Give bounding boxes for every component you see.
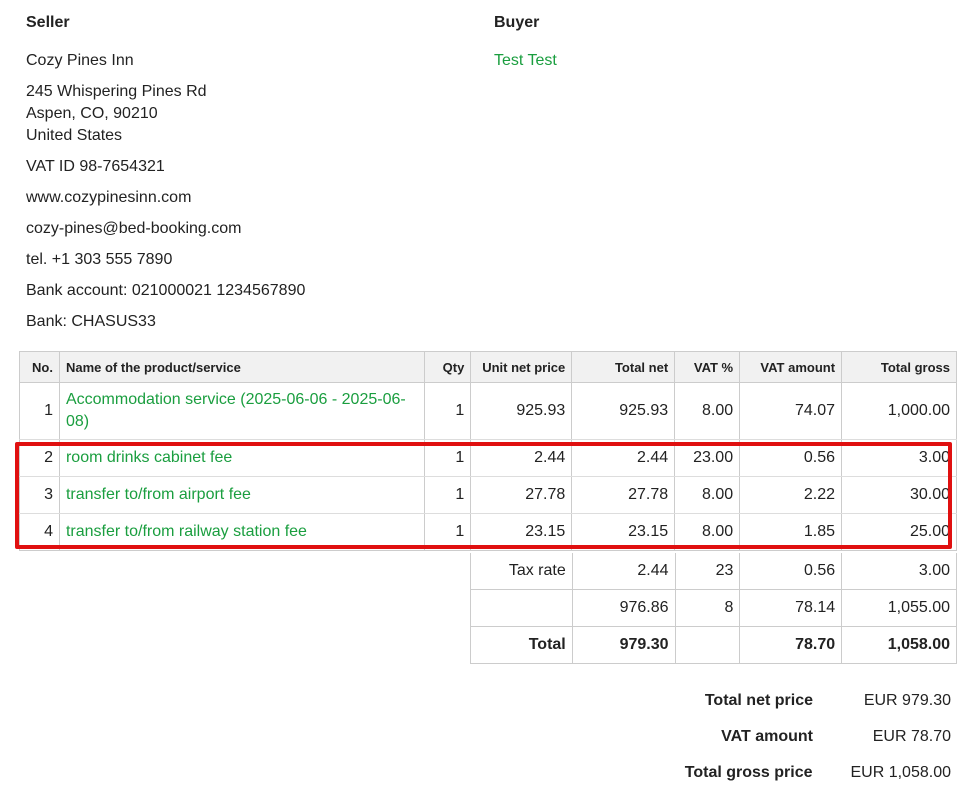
summary-label: Tax rate: [470, 553, 573, 590]
col-header-total-net: Total net: [571, 351, 676, 383]
summary-row: 976.86 8 78.14 1,055.00: [470, 589, 957, 627]
table-row: 2 room drinks cabinet fee 1 2.44 2.44 23…: [19, 439, 957, 477]
row-qty: 1: [424, 382, 472, 440]
summary-label: Total: [470, 626, 573, 664]
col-header-vat-amount: VAT amount: [739, 351, 843, 383]
col-header-qty: Qty: [424, 351, 472, 383]
summary-total-net: 979.30: [571, 626, 676, 664]
total-vat-value: EUR 78.70: [872, 728, 951, 745]
total-net-value: EUR 979.30: [863, 692, 951, 709]
row-vat-amount: 1.85: [739, 513, 843, 551]
col-header-total-gross: Total gross: [841, 351, 957, 383]
row-total-net: 23.15: [571, 513, 676, 551]
total-gross-value: EUR 1,058.00: [850, 764, 951, 781]
row-vat-pct: 23.00: [674, 439, 741, 477]
items-header-row: No. Name of the product/service Qty Unit…: [19, 351, 957, 383]
summary-total-net: 2.44: [571, 553, 676, 590]
row-total-gross: 25.00: [841, 513, 957, 551]
row-unit-net: 2.44: [470, 439, 573, 477]
summary-rate: 23: [674, 553, 741, 590]
total-gross-row: Total gross price EUR 1,058.00: [685, 755, 951, 791]
seller-phone: tel. +1 303 555 7890: [26, 251, 173, 268]
total-net-label: Total net price: [704, 692, 813, 709]
seller-name: Cozy Pines Inn: [26, 52, 134, 69]
summary-vat-amount: 78.14: [739, 589, 843, 627]
row-total-gross: 1,000.00: [841, 382, 957, 440]
row-no: 4: [19, 513, 60, 551]
row-name-link[interactable]: Accommodation service (2025-06-06 - 2025…: [58, 382, 426, 440]
seller-address-line3: United States: [26, 127, 123, 144]
summary-rate: 8: [674, 589, 741, 627]
row-qty: 1: [424, 439, 472, 477]
row-unit-net: 27.78: [470, 476, 573, 514]
summary-rate: [674, 626, 741, 664]
summary-total-gross: 1,058.00: [841, 626, 957, 664]
row-total-gross: 30.00: [841, 476, 957, 514]
seller-address-line1: 245 Whispering Pines Rd: [26, 83, 207, 100]
row-total-net: 925.93: [571, 382, 676, 440]
row-name-link[interactable]: room drinks cabinet fee: [58, 439, 426, 477]
row-total-net: 2.44: [571, 439, 676, 477]
seller-address-line2: Aspen, CO, 90210: [26, 105, 158, 122]
tax-summary-table: Tax rate 2.44 23 0.56 3.00 976.86 8 78.1…: [470, 553, 957, 664]
col-header-no: No.: [19, 351, 60, 383]
row-unit-net: 925.93: [470, 382, 573, 440]
summary-total-gross: 3.00: [841, 553, 957, 590]
table-row: 4 transfer to/from railway station fee 1…: [19, 513, 957, 551]
seller-bank: Bank: CHASUS33: [26, 313, 156, 330]
summary-vat-amount: 0.56: [739, 553, 843, 590]
summary-vat-amount: 78.70: [739, 626, 843, 664]
row-vat-amount: 2.22: [739, 476, 843, 514]
total-vat-label: VAT amount: [721, 728, 813, 745]
row-no: 3: [19, 476, 60, 514]
row-no: 2: [19, 439, 60, 477]
row-name-link[interactable]: transfer to/from railway station fee: [58, 513, 426, 551]
col-header-vat-pct: VAT %: [674, 351, 741, 383]
seller-heading: Seller: [26, 14, 70, 31]
total-vat-row: VAT amount EUR 78.70: [685, 719, 951, 755]
seller-vat-id: VAT ID 98-7654321: [26, 158, 165, 175]
col-header-unit-net: Unit net price: [470, 351, 573, 383]
row-total-gross: 3.00: [841, 439, 957, 477]
row-total-net: 27.78: [571, 476, 676, 514]
buyer-heading: Buyer: [494, 14, 540, 31]
totals-section: Total net price EUR 979.30 VAT amount EU…: [685, 683, 951, 791]
total-gross-label: Total gross price: [684, 764, 813, 781]
total-net-row: Total net price EUR 979.30: [685, 683, 951, 719]
row-name-link[interactable]: transfer to/from airport fee: [58, 476, 426, 514]
summary-total-gross: 1,055.00: [841, 589, 957, 627]
summary-total-row: Total 979.30 78.70 1,058.00: [470, 626, 957, 664]
row-qty: 1: [424, 476, 472, 514]
seller-bank-account: Bank account: 021000021 1234567890: [26, 282, 306, 299]
row-vat-pct: 8.00: [674, 476, 741, 514]
seller-website: www.cozypinesinn.com: [26, 189, 192, 206]
row-vat-amount: 74.07: [739, 382, 843, 440]
summary-label: [470, 589, 573, 627]
row-vat-pct: 8.00: [674, 513, 741, 551]
row-unit-net: 23.15: [470, 513, 573, 551]
row-qty: 1: [424, 513, 472, 551]
summary-total-net: 976.86: [571, 589, 676, 627]
buyer-name-link[interactable]: Test Test: [494, 50, 557, 72]
items-table: No. Name of the product/service Qty Unit…: [19, 351, 957, 551]
col-header-name: Name of the product/service: [58, 351, 426, 383]
row-vat-pct: 8.00: [674, 382, 741, 440]
buyer-section: Buyer Test Test: [494, 14, 557, 72]
seller-email: cozy-pines@bed-booking.com: [26, 220, 242, 237]
row-no: 1: [19, 382, 60, 440]
seller-section: Seller Cozy Pines Inn 245 Whispering Pin…: [26, 14, 305, 333]
summary-row: Tax rate 2.44 23 0.56 3.00: [470, 553, 957, 590]
table-row: 3 transfer to/from airport fee 1 27.78 2…: [19, 476, 957, 514]
row-vat-amount: 0.56: [739, 439, 843, 477]
table-row: 1 Accommodation service (2025-06-06 - 20…: [19, 382, 957, 440]
